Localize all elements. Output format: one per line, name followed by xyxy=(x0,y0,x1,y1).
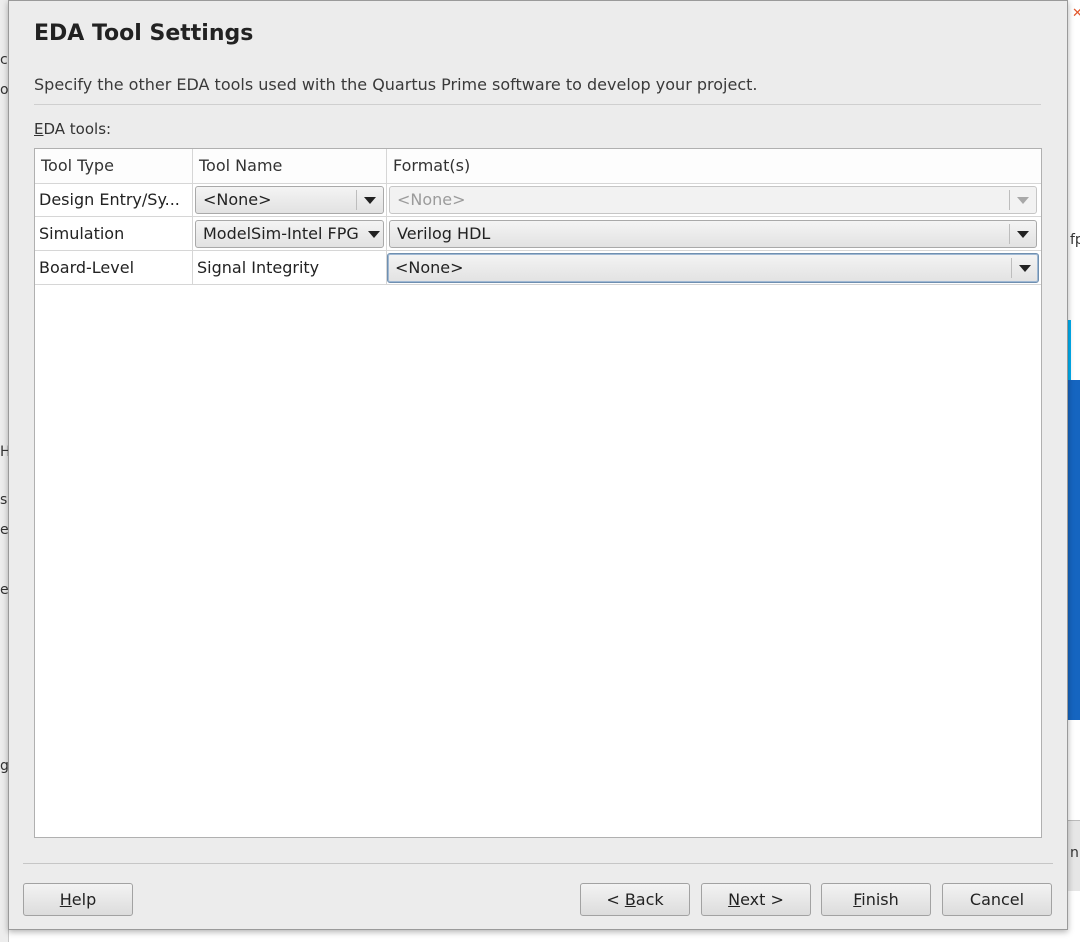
dropdown-value: <None> xyxy=(397,190,466,209)
background-text-fragment: s xyxy=(0,492,8,508)
table-row-simulation[interactable]: Simulation ModelSim-Intel FPGA Verilog H… xyxy=(35,217,1041,251)
background-text-fragment: e xyxy=(0,522,8,538)
background-close-icon: ✕ xyxy=(1072,6,1080,21)
mnemonic-letter: B xyxy=(624,890,636,909)
dropdown-value: <None> xyxy=(395,258,464,277)
chevron-down-icon[interactable] xyxy=(361,224,383,244)
background-status-bar: n xyxy=(1068,820,1080,891)
chevron-down-icon[interactable] xyxy=(356,190,383,210)
tool-type-cell: Design Entry/Sy... xyxy=(35,183,193,217)
chevron-down-icon[interactable] xyxy=(1011,258,1038,278)
help-button[interactable]: Help xyxy=(23,883,133,916)
tool-type-cell: Simulation xyxy=(35,217,193,251)
column-header-formats[interactable]: Format(s) xyxy=(387,149,1041,183)
simulation-tool-name-dropdown[interactable]: ModelSim-Intel FPGA xyxy=(195,220,384,248)
table-header-row: Tool Type Tool Name Format(s) xyxy=(35,149,1041,184)
chevron-down-icon xyxy=(1009,190,1036,210)
design-entry-tool-name-dropdown[interactable]: <None> xyxy=(195,186,384,214)
next-button[interactable]: Next > xyxy=(701,883,811,916)
eda-tools-table[interactable]: Tool Type Tool Name Format(s) Design Ent… xyxy=(34,148,1042,838)
eda-tools-label: EDA tools: xyxy=(34,120,111,138)
back-button-prefix: < xyxy=(606,890,625,909)
dropdown-value: Verilog HDL xyxy=(397,224,491,243)
background-text-fragment: g xyxy=(0,758,8,774)
background-text-fragment: e xyxy=(0,582,8,598)
background-text-fragment: n xyxy=(1070,845,1079,861)
finish-button[interactable]: Finish xyxy=(821,883,931,916)
table-row-board-level[interactable]: Board-Level Signal Integrity <None> xyxy=(35,251,1041,285)
column-header-tool-type[interactable]: Tool Type xyxy=(35,149,193,183)
background-text-fragment: c xyxy=(0,52,8,68)
dropdown-value: ModelSim-Intel FPGA xyxy=(203,224,359,243)
chevron-down-icon[interactable] xyxy=(1009,224,1036,244)
background-text-fragment: o xyxy=(0,82,8,98)
help-button-label: elp xyxy=(71,890,97,909)
background-text-fragment: H xyxy=(0,444,8,460)
dropdown-value: <None> xyxy=(203,190,272,209)
mnemonic-letter: N xyxy=(728,890,741,909)
column-header-tool-name[interactable]: Tool Name xyxy=(193,149,387,183)
next-button-label: ext > xyxy=(740,890,784,909)
cancel-button[interactable]: Cancel xyxy=(942,883,1052,916)
tool-name-cell: Signal Integrity xyxy=(193,251,387,285)
footer-divider xyxy=(23,863,1053,864)
mnemonic-letter: H xyxy=(59,890,72,909)
page-description: Specify the other EDA tools used with th… xyxy=(34,75,758,94)
board-level-format-dropdown[interactable]: <None> xyxy=(387,253,1039,283)
page-title: EDA Tool Settings xyxy=(34,21,254,46)
simulation-format-dropdown[interactable]: Verilog HDL xyxy=(389,220,1037,248)
tool-type-cell: Board-Level xyxy=(35,251,193,285)
background-text-fragment: fp xyxy=(1070,232,1080,248)
back-button-label: ack xyxy=(635,890,664,909)
header-divider xyxy=(34,104,1041,105)
table-row-design-entry[interactable]: Design Entry/Sy... <None> <None> xyxy=(35,183,1041,217)
back-button[interactable]: < Back xyxy=(580,883,690,916)
background-window-right-edge: ✕ fp n xyxy=(1068,0,1080,942)
background-banner-block xyxy=(1068,380,1080,720)
design-entry-format-dropdown: <None> xyxy=(389,186,1037,214)
eda-tools-label-text: DA tools: xyxy=(43,120,112,138)
finish-button-label: inish xyxy=(861,890,899,909)
eda-tool-settings-dialog: EDA Tool Settings Specify the other EDA … xyxy=(8,0,1068,930)
